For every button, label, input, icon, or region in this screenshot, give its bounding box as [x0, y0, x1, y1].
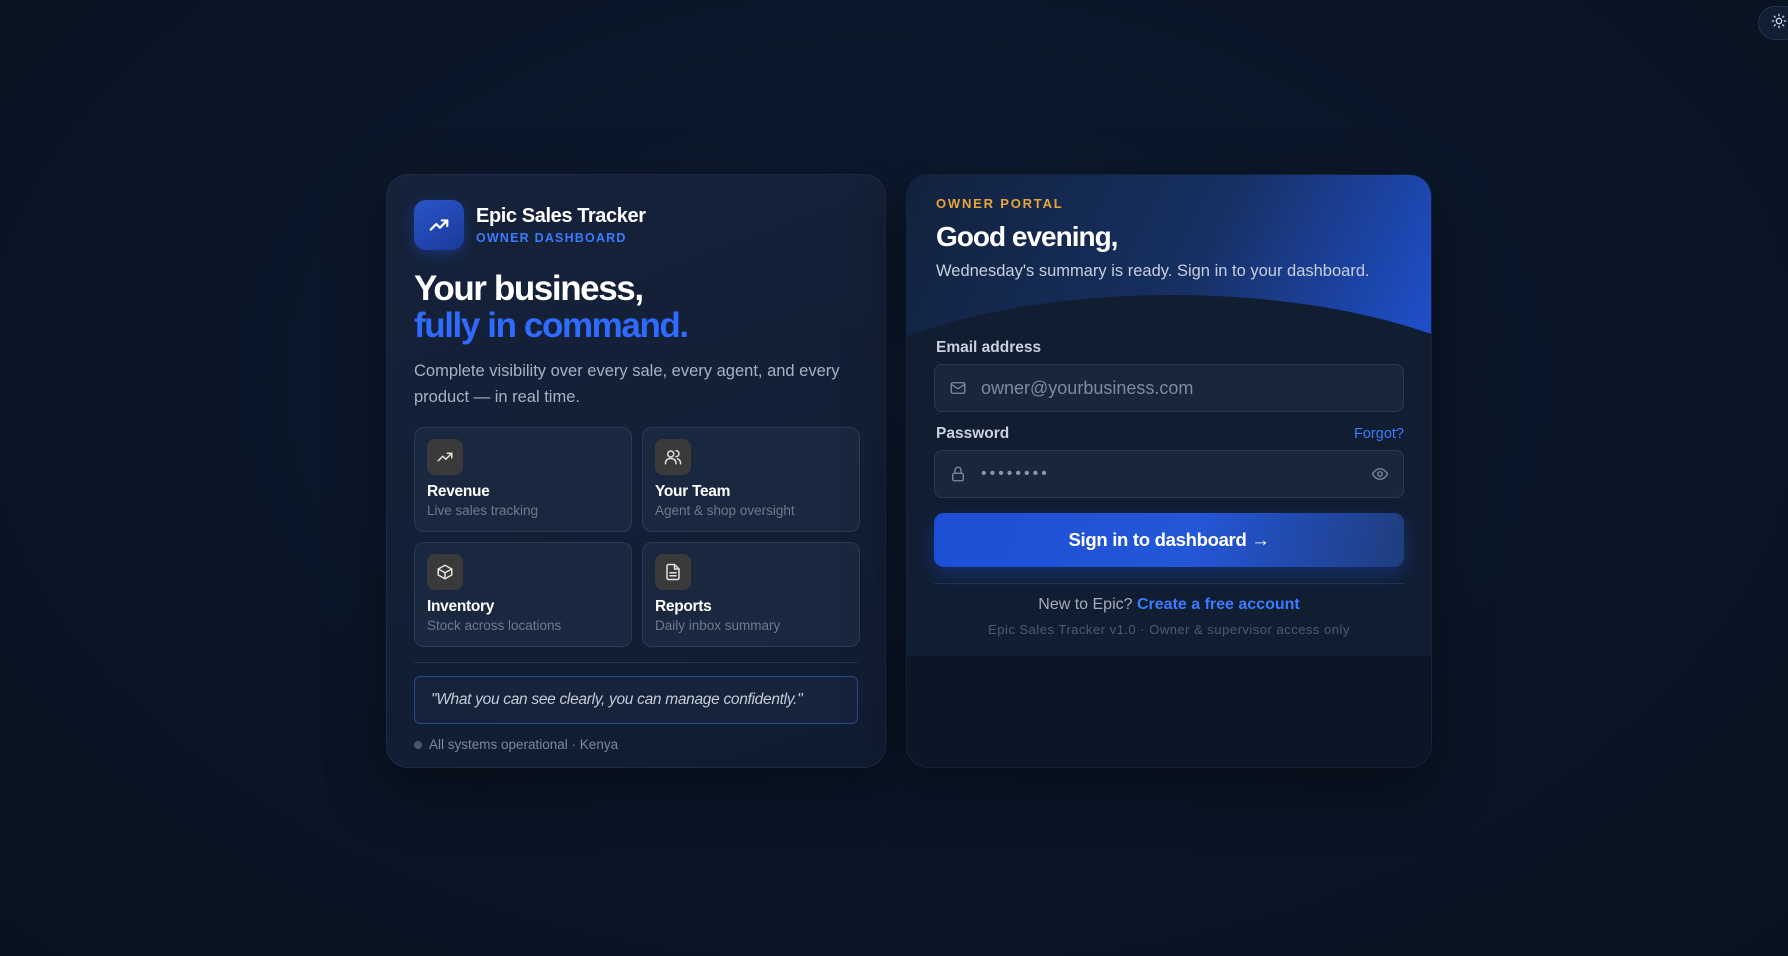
description: Complete visibility over every sale, eve… [414, 362, 840, 406]
feature-title: Inventory [427, 598, 495, 615]
brand-subtitle: OWNER DASHBOARD [476, 231, 627, 245]
brand: Epic Sales Tracker OWNER DASHBOARD [414, 200, 858, 250]
email-label: Email address [936, 339, 1042, 356]
users-icon [655, 439, 691, 475]
password-field-container[interactable]: •••••••• [934, 450, 1404, 498]
headline-line-2: fully in command. [414, 306, 689, 345]
lock-icon [949, 465, 967, 483]
box-icon [427, 554, 463, 590]
status-text: All systems operational · Kenya [429, 737, 619, 752]
feature-subtitle: Stock across locations [427, 618, 562, 633]
feature-title: Your Team [655, 483, 731, 500]
feature-subtitle: Live sales tracking [427, 503, 539, 518]
login-form: Email address Password Forgot? [907, 175, 1431, 656]
feature-subtitle: Daily inbox summary [655, 618, 781, 633]
document-icon [655, 554, 691, 590]
signup-prefix: New to Epic? [1038, 596, 1133, 613]
sign-in-button[interactable]: Sign in to dashboard → [934, 513, 1404, 567]
email-field-container[interactable] [934, 364, 1404, 412]
trend-up-icon [414, 200, 464, 250]
feature-grid: Revenue Live sales tracking Your Team Ag… [414, 427, 860, 647]
login-layout: Epic Sales Tracker OWNER DASHBOARD Your … [386, 174, 1432, 768]
status-dot [414, 740, 422, 749]
version-text: Epic Sales Tracker v1.0 · Owner & superv… [988, 622, 1350, 637]
signup-line: New to Epic? Create a free account [934, 596, 1404, 614]
theme-toggle-button[interactable] [1758, 6, 1788, 40]
headline: Your business, fully in command. [414, 270, 858, 344]
headline-line-1: Your business, [414, 269, 644, 308]
password-label-row: Password Forgot? [934, 425, 1404, 443]
feature-card-revenue: Revenue Live sales tracking [414, 427, 632, 532]
brand-name: Epic Sales Tracker [476, 205, 646, 227]
sun-icon [1771, 13, 1787, 34]
eye-icon[interactable] [1371, 465, 1389, 483]
info-card: Epic Sales Tracker OWNER DASHBOARD Your … [386, 174, 886, 768]
feature-card-reports: Reports Daily inbox summary [642, 542, 860, 647]
divider [414, 662, 858, 663]
password-label: Password [936, 425, 1010, 442]
feature-title: Revenue [427, 483, 490, 500]
divider [934, 583, 1404, 584]
email-input[interactable] [981, 377, 1389, 399]
quote-box: "What you can see clearly, you can manag… [414, 676, 858, 724]
login-card: OWNER PORTAL Good evening, Wednesday's s… [906, 174, 1432, 768]
feature-title: Reports [655, 598, 712, 615]
create-account-link[interactable]: Create a free account [1137, 596, 1300, 613]
feature-card-inventory: Inventory Stock across locations [414, 542, 632, 647]
system-status: All systems operational · Kenya [414, 737, 858, 752]
feature-subtitle: Agent & shop oversight [655, 503, 795, 518]
forgot-password-link[interactable]: Forgot? [1354, 426, 1404, 442]
feature-card-team: Your Team Agent & shop oversight [642, 427, 860, 532]
trend-up-icon [427, 439, 463, 475]
password-input[interactable]: •••••••• [981, 465, 1357, 483]
mail-icon [949, 379, 967, 397]
